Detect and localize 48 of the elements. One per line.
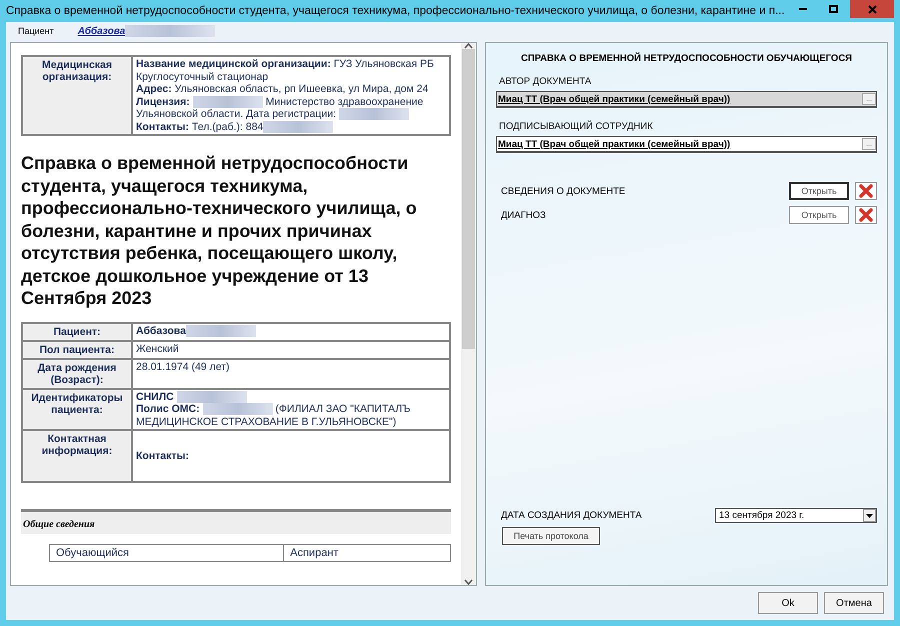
date-label: ДАТА СОЗДАНИЯ ДОКУМЕНТА	[500, 510, 643, 521]
window-title: Справка о временной нетрудоспособности студента, учащегося техникума, профессионально-технического училища, о болезни, карантине и п...	[6, 5, 785, 17]
table-header-cell: Пациент:	[23, 324, 131, 340]
open-button[interactable]: Открыть	[789, 206, 849, 224]
table-cell: Контакты:	[133, 431, 449, 481]
table-cell: 28.01.1974 (49 лет)	[133, 360, 449, 388]
scroll-down-icon[interactable]	[464, 579, 473, 585]
document-heading: Справка о временной нетрудоспособности студента, учащегося техникума, профессионально-технического училища, о болезни, карантине и прочих причинах отсутствия ребенка, посещающего школу, детское дошкольное учреждение от 13 Сентября 2023	[21, 152, 418, 310]
field-label: АВТОР ДОКУМЕНТА	[499, 76, 592, 87]
table-header-cell: Контактная информация:	[23, 431, 131, 481]
table-cell: Аспирант	[284, 544, 450, 562]
redacted-block	[202, 403, 272, 416]
redacted-block	[263, 120, 334, 133]
scrollbar[interactable]	[461, 43, 476, 585]
redacted-block	[192, 96, 263, 108]
delete-button[interactable]	[855, 206, 877, 224]
redacted-block	[186, 324, 256, 337]
maximize-icon	[828, 5, 838, 13]
section-title: Общие сведения	[23, 519, 95, 530]
table-header-cell: Медицинская организация:	[23, 57, 131, 134]
ok-button[interactable]: Ok	[758, 592, 818, 614]
table-cell: Аббазова	[133, 324, 449, 340]
form-title: СПРАВКА О ВРЕМЕННОЙ НЕТРУДОСПОСОБНОСТИ ОБУЧАЮЩЕГОСЯ	[520, 53, 854, 64]
table-header-cell: Пол пациента:	[23, 342, 131, 358]
table-header-cell: Дата рождения (Возраст):	[23, 360, 131, 388]
close-icon	[868, 4, 876, 14]
date-select[interactable]: 13 сентября 2023 г.	[715, 508, 877, 523]
redacted-block	[338, 108, 409, 120]
redacted-block	[176, 390, 247, 403]
delete-icon	[859, 208, 873, 222]
table-cell: Обучающийся	[50, 544, 284, 562]
field-label: ПОДПИСЫВАЮЩИЙ СОТРУДНИК	[499, 121, 654, 132]
minimize-icon	[799, 8, 807, 10]
open-button[interactable]: Открыть	[789, 182, 849, 200]
section-label: СВЕДЕНИЯ О ДОКУМЕНТЕ	[500, 186, 626, 196]
scroll-up-icon[interactable]	[464, 43, 473, 49]
delete-icon	[859, 184, 873, 198]
dropdown-caret-icon	[863, 509, 876, 522]
table-cell: СНИЛС Полис ОМС: (ФИЛИАЛ ЗАО "КАПИТАЛЪ МЕДИЦИНСКОЕ СТРАХОВАНИЕ В Г.УЛЬЯНОВСКЕ")	[133, 390, 449, 429]
section-label: ДИАГНОЗ	[500, 210, 547, 220]
cancel-button[interactable]: Отмена	[824, 592, 884, 614]
print-button[interactable]: Печать протокола	[502, 527, 600, 545]
table-header-cell: Идентификаторы пациента:	[23, 390, 131, 429]
table-cell: Женский	[133, 342, 449, 358]
delete-button[interactable]	[855, 182, 877, 200]
close-button[interactable]	[850, 0, 894, 18]
patient-label: Пациент	[18, 26, 54, 36]
table-cell: Название медицинской организации: ГУЗ Ульяновская РБ Круглосуточный стационар Адрес: Ульяновская область, рп Ишеевка, ул Мира, дом 24 Лицензия: Министерство здравоохранение Ульяновской области. Дата регистрации: Контакты: Тел.(раб.): 884	[133, 57, 449, 134]
